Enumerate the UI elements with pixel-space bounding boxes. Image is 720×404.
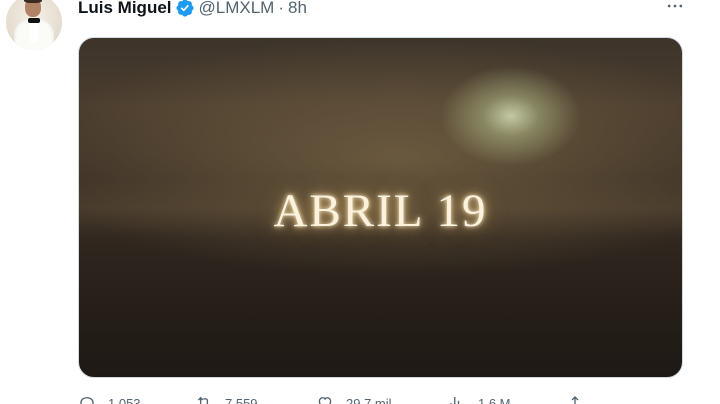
avatar-bowtie (28, 18, 40, 23)
reply-icon (80, 397, 94, 404)
display-name[interactable]: Luis Miguel (78, 0, 172, 19)
verified-badge-icon[interactable] (175, 0, 195, 18)
heart-icon (318, 397, 332, 404)
retweet-button[interactable]: 7,559 (195, 394, 258, 404)
share-icon (571, 396, 579, 404)
tweet-media[interactable]: ABRIL 19 (78, 37, 683, 378)
media-overlay-text: ABRIL 19 (273, 185, 488, 237)
timestamp[interactable]: 8h (288, 0, 307, 19)
retweet-count: 7,559 (225, 395, 258, 404)
reply-count: 1,053 (108, 395, 141, 404)
views-icon (450, 397, 460, 404)
avatar-hair (24, 0, 42, 3)
tweet-header: Luis Miguel @LMXLM · 8h (78, 0, 307, 19)
separator-dot: · (278, 0, 284, 17)
like-button[interactable]: 29.7 mil (316, 394, 392, 404)
views-count: 1.6 M (478, 395, 511, 404)
tweet-actions: 1,053 7,559 29.7 mil 1.6 M (78, 394, 598, 404)
avatar[interactable] (6, 0, 62, 50)
views-button[interactable]: 1.6 M (448, 394, 511, 404)
like-count: 29.7 mil (346, 395, 392, 404)
more-options-icon[interactable] (660, 0, 690, 16)
tweet: Luis Miguel @LMXLM · 8h ABRIL 19 1,053 7… (0, 0, 720, 404)
handle[interactable]: @LMXLM (199, 0, 275, 19)
share-button[interactable] (566, 394, 584, 404)
retweet-icon (197, 396, 209, 404)
reply-button[interactable]: 1,053 (78, 394, 141, 404)
